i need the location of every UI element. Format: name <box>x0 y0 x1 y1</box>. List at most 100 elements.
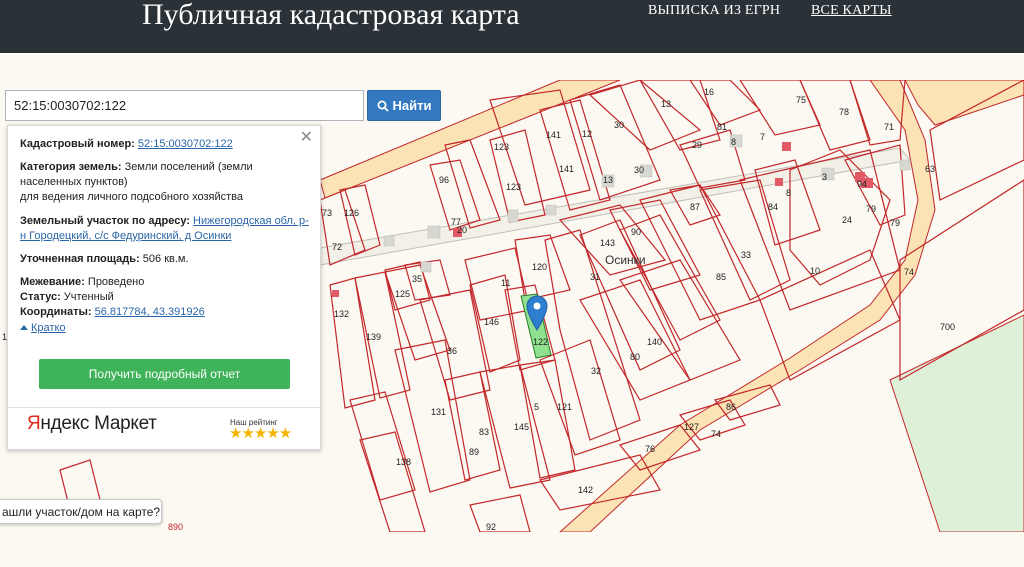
search-button-label: Найти <box>392 98 432 113</box>
svg-text:121: 121 <box>557 402 572 412</box>
svg-text:140: 140 <box>647 337 662 347</box>
svg-text:36: 36 <box>447 346 457 356</box>
svg-text:132: 132 <box>334 309 349 319</box>
land-category-label: Категория земель: <box>20 161 122 173</box>
svg-text:3: 3 <box>822 172 827 182</box>
survey-value: Проведено <box>87 276 145 288</box>
svg-text:126: 126 <box>344 208 359 218</box>
collapse-label: Кратко <box>31 322 66 334</box>
site-header: Публичная кадастровая карта ВЫПИСКА ИЗ Е… <box>0 0 1024 53</box>
land-category-value-1: Земли поселений (земли <box>124 161 253 173</box>
nav-egrn-extract-link[interactable]: ВЫПИСКА ИЗ ЕГРН <box>648 3 780 19</box>
address-label: Земельный участок по адресу: <box>20 215 190 227</box>
search-icon <box>377 100 389 112</box>
yandex-market-logo[interactable]: Яндекс Маркет <box>27 414 157 433</box>
svg-text:73: 73 <box>322 208 332 218</box>
svg-text:141: 141 <box>546 130 561 140</box>
svg-text:10: 10 <box>810 266 820 276</box>
svg-text:13: 13 <box>603 175 613 185</box>
svg-text:79: 79 <box>890 218 900 228</box>
svg-text:72: 72 <box>332 242 342 252</box>
svg-text:75: 75 <box>796 95 806 105</box>
svg-text:76: 76 <box>645 444 655 454</box>
svg-text:141: 141 <box>559 164 574 174</box>
svg-text:87: 87 <box>690 202 700 212</box>
svg-text:84: 84 <box>768 202 778 212</box>
address-link-1[interactable]: Нижегородская обл, р- <box>193 215 309 227</box>
svg-text:890: 890 <box>168 522 183 532</box>
card-divider <box>8 407 320 408</box>
land-category-value-3: для ведения личного подсобного хозяйства <box>20 191 243 203</box>
svg-text:120: 120 <box>532 262 547 272</box>
area-label: Уточненная площадь: <box>20 253 140 265</box>
svg-text:96: 96 <box>439 175 449 185</box>
svg-text:24: 24 <box>842 215 852 225</box>
svg-text:8: 8 <box>786 188 791 198</box>
svg-text:81: 81 <box>717 122 727 132</box>
status-label: Статус: <box>20 291 61 303</box>
svg-text:74: 74 <box>904 267 914 277</box>
village-name-label: Осинки <box>605 253 646 267</box>
land-category-value-2: населенных пунктов) <box>20 176 128 188</box>
svg-text:30: 30 <box>634 165 644 175</box>
svg-text:145: 145 <box>514 422 529 432</box>
svg-text:35: 35 <box>412 274 422 284</box>
svg-text:63: 63 <box>925 164 935 174</box>
svg-text:83: 83 <box>479 427 489 437</box>
svg-text:71: 71 <box>884 122 894 132</box>
survey-label: Межевание: <box>20 276 85 288</box>
search-button[interactable]: Найти <box>367 90 441 121</box>
svg-text:122: 122 <box>533 337 548 347</box>
collapse-toggle[interactable]: Кратко <box>20 321 66 336</box>
svg-text:142: 142 <box>578 485 593 495</box>
cadastral-number-label: Кадастровый номер: <box>20 138 135 150</box>
svg-text:7: 7 <box>760 132 765 142</box>
site-title: Публичная кадастровая карта <box>142 0 520 31</box>
svg-text:92: 92 <box>486 522 496 532</box>
parcel-info-card: ✕ Кадастровый номер: 52:15:0030702:122 К… <box>7 125 321 450</box>
svg-text:29: 29 <box>692 140 702 150</box>
svg-text:80: 80 <box>630 352 640 362</box>
coordinates-label: Координаты: <box>20 306 92 318</box>
svg-text:700: 700 <box>940 322 955 332</box>
svg-text:146: 146 <box>484 317 499 327</box>
bottom-strip <box>0 532 1024 567</box>
svg-text:94: 94 <box>857 179 867 189</box>
svg-text:33: 33 <box>741 250 751 260</box>
svg-text:78: 78 <box>839 107 849 117</box>
svg-text:30: 30 <box>614 120 624 130</box>
svg-text:89: 89 <box>469 447 479 457</box>
svg-text:20: 20 <box>457 225 467 235</box>
cadastral-number-link[interactable]: 52:15:0030702:122 <box>138 138 233 150</box>
svg-text:13: 13 <box>661 99 671 109</box>
svg-text:125: 125 <box>395 289 410 299</box>
svg-text:11: 11 <box>501 278 510 288</box>
address-link-2[interactable]: н Городецкий, с/с Федуринский, д Осинки <box>20 230 231 242</box>
area-value: 506 кв.м. <box>142 253 189 265</box>
svg-text:8: 8 <box>731 137 736 147</box>
svg-text:123: 123 <box>506 182 521 192</box>
rating-stars: ★★★★★ <box>229 425 292 442</box>
nav-all-maps-link[interactable]: ВСЕ КАРТЫ <box>811 3 892 19</box>
svg-text:5: 5 <box>534 402 539 412</box>
svg-text:143: 143 <box>600 238 615 248</box>
help-bubble[interactable]: ашли участок/дом на карте? <box>0 499 162 524</box>
svg-text:31: 31 <box>590 272 600 282</box>
svg-text:90: 90 <box>631 227 641 237</box>
svg-text:85: 85 <box>716 272 726 282</box>
svg-text:79: 79 <box>866 204 876 214</box>
get-detailed-report-button[interactable]: Получить подробный отчет <box>39 359 290 389</box>
svg-text:139: 139 <box>366 332 381 342</box>
svg-text:138: 138 <box>396 457 411 467</box>
coordinates-link[interactable]: 56.817784, 43.391926 <box>95 306 205 318</box>
svg-text:12: 12 <box>582 129 592 139</box>
svg-text:123: 123 <box>494 142 509 152</box>
svg-text:16: 16 <box>704 87 714 97</box>
cadastral-search-input[interactable] <box>5 90 364 121</box>
svg-text:127: 127 <box>684 422 699 432</box>
chevron-up-icon <box>20 325 28 330</box>
svg-text:86: 86 <box>726 402 736 412</box>
status-value: Учтенный <box>63 291 114 303</box>
svg-text:131: 131 <box>431 407 446 417</box>
svg-text:32: 32 <box>591 366 601 376</box>
